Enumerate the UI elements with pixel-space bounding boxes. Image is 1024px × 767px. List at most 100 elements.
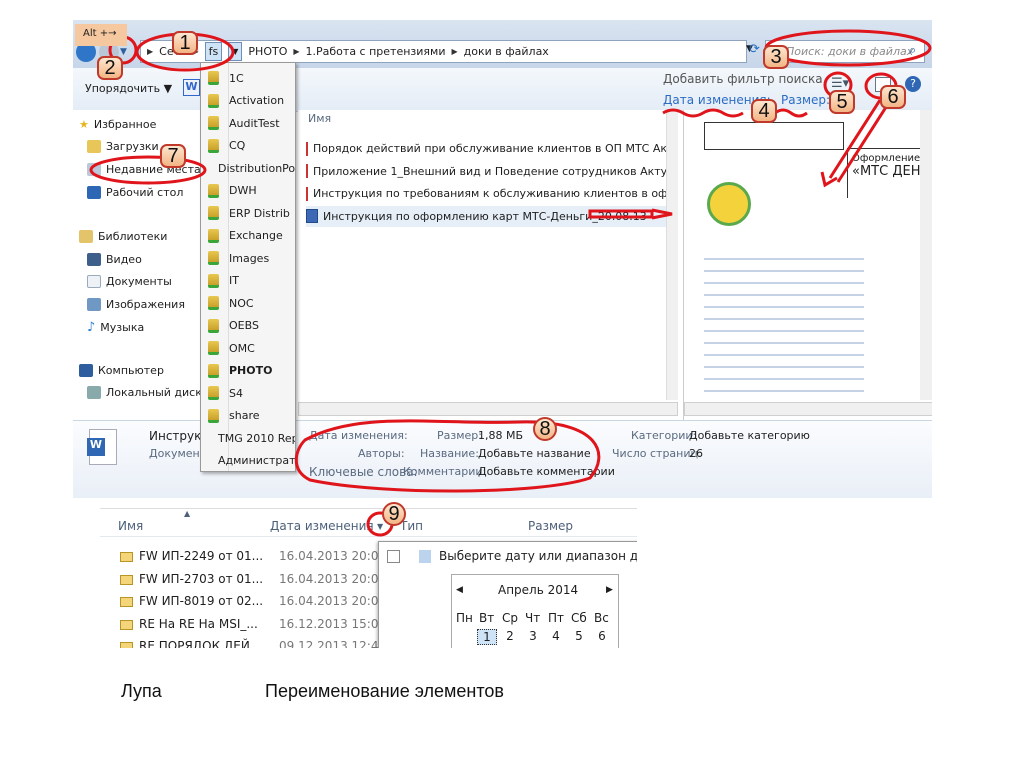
folder-menu-item[interactable]: Администрат bbox=[201, 450, 295, 472]
crumb-fs-dropdown[interactable]: ▼ bbox=[228, 42, 243, 61]
search-icon[interactable]: ⌕ bbox=[909, 43, 916, 58]
downloads-folder-icon bbox=[87, 140, 101, 153]
calendar-day[interactable]: 3 bbox=[523, 629, 543, 643]
preview-pane: Оформление в 1 «МТС ДЕНЬ bbox=[683, 110, 932, 426]
column-header-name[interactable]: Имя bbox=[118, 519, 143, 533]
vertical-scrollbar[interactable] bbox=[666, 110, 678, 400]
folder-menu-item[interactable]: IT bbox=[201, 270, 295, 292]
nav-desktop[interactable]: Рабочий стол bbox=[87, 186, 183, 199]
crumb-claims[interactable]: 1.Работа с претензиями bbox=[306, 45, 446, 58]
annotation-badge-9: 9 bbox=[382, 502, 406, 526]
network-folder-icon bbox=[208, 296, 219, 310]
horizontal-scrollbar[interactable] bbox=[298, 402, 678, 416]
preview-horizontal-scrollbar[interactable] bbox=[684, 402, 932, 416]
calendar-day[interactable]: 7 bbox=[454, 646, 474, 648]
folder-menu-item[interactable]: Exchange bbox=[201, 225, 295, 247]
mail-row[interactable]: FW ИП-2249 от 01... 16.04.2013 20:06 bbox=[120, 549, 386, 563]
crumb-docs[interactable]: доки в файлах bbox=[464, 45, 549, 58]
word-open-button[interactable]: W bbox=[183, 79, 200, 96]
help-icon[interactable]: ? bbox=[905, 76, 921, 92]
network-folder-icon bbox=[208, 93, 219, 108]
search-input[interactable]: Поиск: доки в файлах bbox=[765, 40, 925, 63]
folder-menu-item[interactable]: Images bbox=[201, 247, 295, 269]
folder-menu-item[interactable]: PHOTO bbox=[201, 360, 295, 382]
folder-menu-item[interactable]: DWH bbox=[201, 180, 295, 202]
prev-month-button[interactable]: ◀ bbox=[456, 585, 463, 595]
mail-row[interactable]: RE На RE На MSI_... 16.12.2013 15:08 bbox=[120, 617, 386, 631]
pdf-file-icon bbox=[306, 164, 308, 178]
word-document-icon: W bbox=[87, 429, 117, 465]
calendar-range-icon bbox=[419, 550, 431, 563]
address-bar[interactable]: ▶ Сеть ▶ fs ▼ PHOTO ▶ 1.Работа с претенз… bbox=[140, 40, 747, 63]
calendar-day[interactable]: 1 bbox=[477, 629, 497, 645]
calendar-day[interactable]: 10 bbox=[523, 646, 543, 648]
file-row[interactable]: Инструкция по требованиям к обслуживанию… bbox=[306, 183, 678, 204]
mail-row[interactable]: FW ИП-8019 от 02... 16.04.2013 20:06 bbox=[120, 594, 386, 608]
calendar-day[interactable]: 11 bbox=[546, 646, 566, 648]
nav-music[interactable]: ♪ Музыка bbox=[87, 320, 144, 335]
calendar-day[interactable]: 5 bbox=[569, 629, 589, 643]
folder-menu-item[interactable]: CQ bbox=[201, 135, 295, 157]
filter-checkbox[interactable] bbox=[387, 550, 400, 563]
file-row[interactable]: Порядок действий при обслуживание клиент… bbox=[306, 138, 678, 159]
calendar-day[interactable]: 6 bbox=[592, 629, 612, 643]
calendar-day[interactable]: 4 bbox=[546, 629, 566, 643]
pages-value: 26 bbox=[689, 447, 703, 460]
calendar-day[interactable]: 9 bbox=[500, 646, 520, 648]
comments-field[interactable]: Добавьте комментарии bbox=[478, 465, 615, 478]
preview-doc-header bbox=[704, 122, 844, 150]
nav-libraries[interactable]: Библиотеки bbox=[79, 230, 167, 243]
folder-menu-item[interactable]: NOC bbox=[201, 292, 295, 314]
file-row[interactable]: Инструкция по оформлению карт МТС-Деньги… bbox=[306, 205, 678, 227]
categories-label: Категории: bbox=[631, 429, 697, 442]
nav-images[interactable]: Изображения bbox=[87, 298, 185, 311]
folder-menu-item[interactable]: S4 bbox=[201, 382, 295, 404]
refresh-icon[interactable]: ⟳ bbox=[749, 42, 760, 57]
weekday-label: Вс bbox=[594, 611, 609, 625]
column-header-name[interactable]: Имя bbox=[308, 112, 331, 125]
nav-label: Видео bbox=[106, 253, 142, 266]
calendar-day[interactable]: 8 bbox=[477, 646, 497, 648]
pdf-file-icon bbox=[306, 186, 308, 201]
title-field[interactable]: Добавьте название bbox=[478, 447, 591, 460]
calendar-month: Апрель 2014 bbox=[498, 583, 579, 597]
crumb-photo[interactable]: PHOTO bbox=[248, 45, 287, 58]
date-filter-dropdown[interactable]: ▼ bbox=[377, 522, 383, 531]
calendar-day[interactable]: 2 bbox=[500, 629, 520, 643]
network-folder-icon bbox=[208, 183, 219, 198]
column-header-size[interactable]: Размер bbox=[528, 519, 573, 533]
mail-row[interactable]: RE ПОРЯДОК ДЕЙ... 09.12.2013 12:40 bbox=[120, 639, 386, 648]
nav-documents[interactable]: Документы bbox=[87, 275, 172, 288]
envelope-icon bbox=[120, 642, 133, 648]
mail-folder-screenshot: Имя ▲ Дата изменения ▼ Тип Размер FW ИП-… bbox=[100, 508, 637, 648]
nav-computer[interactable]: Компьютер bbox=[79, 364, 164, 377]
folder-menu-item[interactable]: Activation bbox=[201, 90, 295, 112]
column-header-date[interactable]: Дата изменения bbox=[270, 519, 374, 533]
next-month-button[interactable]: ▶ bbox=[606, 585, 613, 595]
categories-field[interactable]: Добавьте категорию bbox=[689, 429, 810, 442]
folder-menu-item[interactable]: share bbox=[201, 405, 295, 427]
folder-menu-item[interactable]: AuditTest bbox=[201, 112, 295, 134]
chevron-right-icon: ▶ bbox=[293, 47, 300, 56]
filter-size[interactable]: Размер: bbox=[781, 93, 830, 107]
nav-downloads[interactable]: Загрузки bbox=[87, 140, 159, 153]
folder-menu-item[interactable]: ERP Distrib bbox=[201, 202, 295, 224]
nav-video[interactable]: Видео bbox=[87, 253, 142, 266]
mail-row[interactable]: FW ИП-2703 от 01... 16.04.2013 20:05 bbox=[120, 572, 386, 586]
folder-menu-item[interactable]: TMG 2010 Reports bbox=[201, 427, 295, 449]
folder-menu-item[interactable]: OMC bbox=[201, 337, 295, 359]
recent-pages-dropdown[interactable]: ▼ bbox=[120, 47, 127, 57]
organize-button[interactable]: Упорядочить ▼ bbox=[85, 82, 172, 95]
chevron-right-icon: ▶ bbox=[147, 47, 154, 56]
nav-favorites[interactable]: ★ Избранное bbox=[79, 118, 156, 131]
folder-menu-item[interactable]: OEBS bbox=[201, 315, 295, 337]
network-folder-icon bbox=[208, 386, 219, 400]
crumb-fs[interactable]: fs bbox=[204, 42, 223, 61]
view-options-icon[interactable]: ☰▾ bbox=[831, 76, 849, 91]
folder-menu-item[interactable]: 1C bbox=[201, 67, 295, 89]
preview-vertical-scrollbar[interactable] bbox=[920, 110, 932, 400]
file-row[interactable]: Приложение 1_Внешний вид и Поведение сот… bbox=[306, 161, 678, 182]
calendar-day[interactable]: 13 bbox=[592, 646, 612, 648]
folder-menu-item[interactable]: DistributionPoint bbox=[201, 157, 295, 179]
calendar-day[interactable]: 12 bbox=[569, 646, 589, 648]
